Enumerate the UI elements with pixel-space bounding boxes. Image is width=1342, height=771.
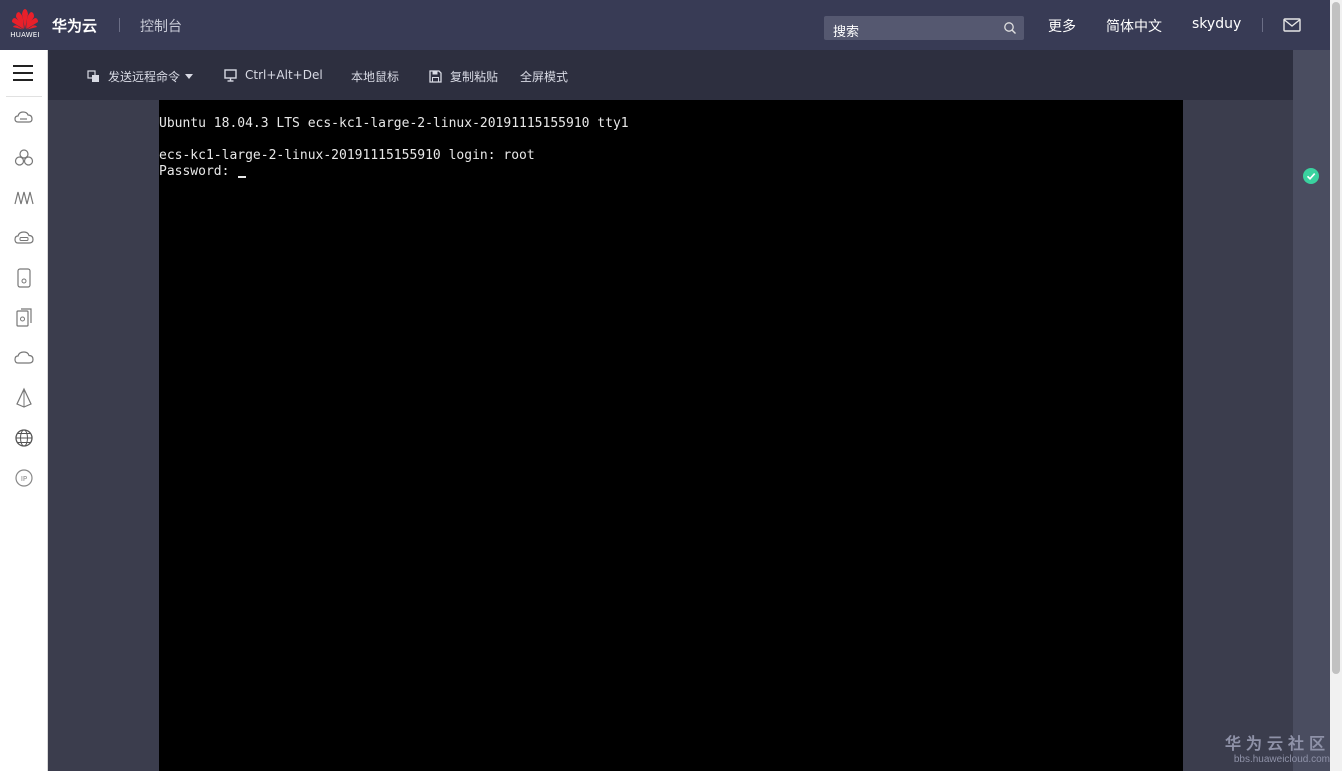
mail-icon[interactable]: [1283, 17, 1301, 33]
cloud-disk-icon[interactable]: [13, 227, 35, 249]
sidebar-divider: [6, 96, 42, 97]
search-placeholder: 搜索: [833, 25, 860, 40]
huawei-flower-icon: [12, 9, 38, 30]
header-divider-2: [1262, 18, 1263, 32]
connection-ok-icon: [1303, 168, 1319, 184]
network-wave-icon[interactable]: [13, 187, 35, 209]
cloud-server-icon[interactable]: [13, 107, 35, 129]
send-remote-command-button[interactable]: 发送远程命令: [87, 68, 194, 85]
fullscreen-label: 全屏模式: [520, 70, 569, 84]
right-side-panel: [1293, 50, 1330, 771]
cloud-icon[interactable]: [13, 347, 35, 369]
scrollbar-thumb[interactable]: [1332, 2, 1340, 674]
copy-paste-button[interactable]: 复制粘贴: [429, 68, 498, 85]
send-remote-command-label: 发送远程命令: [108, 70, 181, 84]
save-copy-icon: [429, 70, 442, 83]
watermark-sub: bbs.huaweicloud.com: [1233, 754, 1330, 765]
left-sidebar: IP: [0, 50, 48, 771]
ip-icon[interactable]: IP: [13, 467, 35, 489]
ctrl-alt-del-button[interactable]: Ctrl+Alt+Del: [224, 68, 323, 82]
ctrl-alt-del-label: Ctrl+Alt+Del: [245, 68, 323, 82]
password-prompt: Password:: [159, 164, 238, 179]
search-icon[interactable]: [1003, 21, 1017, 35]
console-link[interactable]: 控制台: [140, 16, 182, 36]
fullscreen-button[interactable]: 全屏模式: [520, 68, 568, 85]
huawei-logo[interactable]: HUAWEI: [9, 8, 41, 42]
copy-paste-label: 复制粘贴: [450, 70, 499, 84]
svg-text:IP: IP: [21, 475, 27, 483]
remote-terminal[interactable]: Ubuntu 18.04.3 LTS ecs-kc1-large-2-linux…: [159, 100, 1183, 771]
top-header: HUAWEI 华为云 控制台 搜索 更多 简体中文 skyduy: [0, 0, 1330, 50]
terminal-cursor: [238, 176, 247, 178]
terminal-line: ecs-kc1-large-2-linux-20191115155910 log…: [159, 148, 535, 163]
storage-icon[interactable]: [13, 267, 35, 289]
language-select[interactable]: 简体中文: [1106, 16, 1162, 36]
user-menu[interactable]: skyduy: [1192, 16, 1241, 32]
watermark: 华为云社区 bbs.huaweicloud.com: [1218, 730, 1330, 765]
send-command-icon: [87, 70, 99, 82]
cluster-icon[interactable]: [13, 147, 35, 169]
backup-icon[interactable]: [13, 307, 35, 329]
local-mouse-button[interactable]: 本地鼠标: [351, 68, 399, 85]
local-mouse-label: 本地鼠标: [351, 70, 400, 84]
monitor-icon: [224, 68, 237, 82]
hamburger-menu-icon[interactable]: [13, 65, 33, 83]
logo-text: HUAWEI: [10, 31, 40, 39]
terminal-line: Ubuntu 18.04.3 LTS ecs-kc1-large-2-linux…: [159, 116, 629, 131]
image-icon[interactable]: [13, 387, 35, 409]
header-divider: [119, 18, 120, 32]
search-input[interactable]: 搜索: [824, 16, 1024, 40]
watermark-main: 华为云社区: [1224, 734, 1330, 753]
page-scrollbar[interactable]: [1330, 0, 1342, 771]
brand-name[interactable]: 华为云: [52, 15, 97, 36]
chevron-down-icon: [185, 74, 194, 79]
elastic-ip-globe-icon[interactable]: [13, 427, 35, 449]
console-toolbar: 发送远程命令 Ctrl+Alt+Del 本地鼠标 复制粘贴 全屏模式: [48, 50, 1293, 100]
more-menu[interactable]: 更多: [1048, 16, 1076, 36]
terminal-password-line: Password:: [159, 164, 1183, 180]
